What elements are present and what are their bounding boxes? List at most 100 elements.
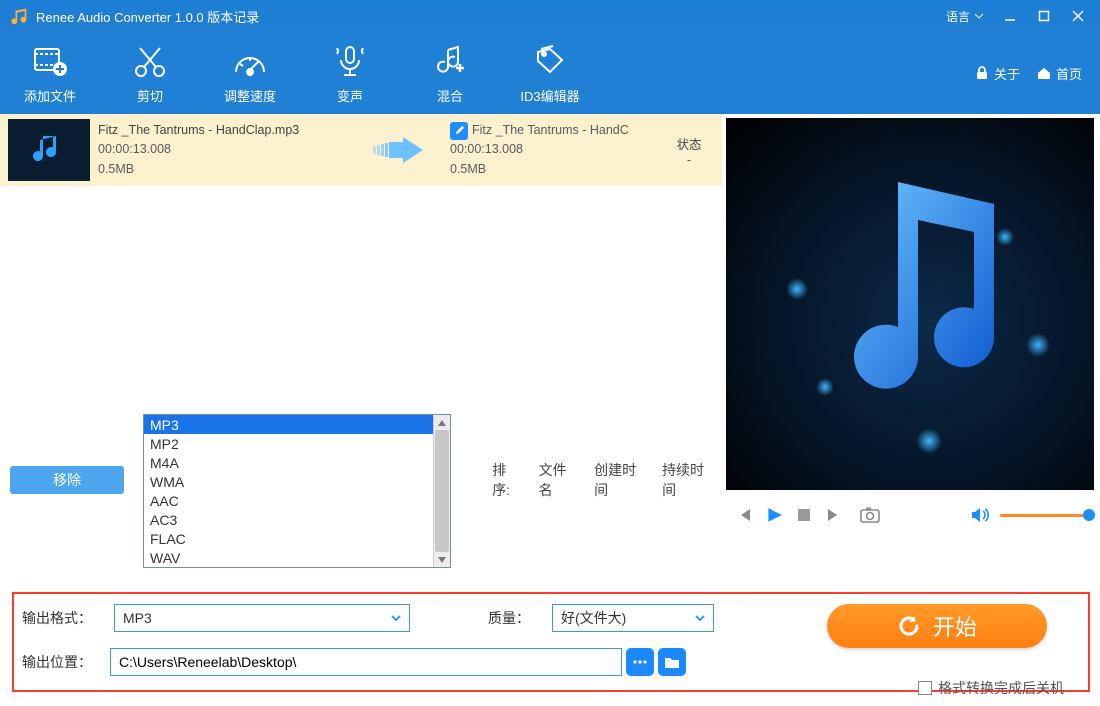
format-option[interactable]: FLAC (144, 529, 433, 548)
dest-filename: Fitz _The Tantrums - HandC (472, 121, 629, 140)
voice-label: 变声 (337, 86, 363, 105)
mix-button[interactable]: 混合 (400, 32, 500, 114)
dest-meta: Fitz _The Tantrums - HandC 00:00:13.008 … (446, 121, 656, 179)
scroll-down-icon[interactable] (434, 552, 450, 567)
shutdown-checkbox[interactable] (918, 681, 932, 695)
open-folder-button[interactable] (658, 648, 686, 676)
source-duration: 00:00:13.008 (98, 140, 354, 159)
file-pane: Fitz _The Tantrums - HandClap.mp3 00:00:… (0, 114, 722, 540)
about-button[interactable]: 关于 (974, 64, 1020, 83)
mix-icon (430, 42, 470, 82)
chevron-down-icon (695, 613, 705, 623)
more-button[interactable] (626, 648, 654, 676)
format-option[interactable]: MP2 (144, 434, 433, 453)
format-option[interactable]: WMA (144, 472, 433, 491)
file-row[interactable]: Fitz _The Tantrums - HandClap.mp3 00:00:… (0, 114, 722, 188)
format-option[interactable]: AC3 (144, 510, 433, 529)
window-title: Renee Audio Converter 1.0.0 版本记录 (36, 7, 940, 26)
music-note-icon (29, 130, 69, 170)
state-value: - (656, 153, 722, 167)
preview-pane (722, 114, 1100, 540)
chevron-down-icon (391, 613, 401, 623)
chevron-down-icon (974, 13, 984, 19)
format-option[interactable]: M4A (144, 453, 433, 472)
maximize-icon (1038, 10, 1050, 22)
music-note-icon (844, 182, 1014, 402)
toolbar: 添加文件 剪切 调整速度 变声 混合 (0, 32, 1100, 114)
format-options-list: MP3 MP2 M4A WMA AAC AC3 FLAC WAV (144, 415, 433, 567)
app-icon (8, 6, 28, 26)
sort-by-duration[interactable]: 持续时间 (662, 460, 712, 500)
titlebar: Renee Audio Converter 1.0.0 版本记录 语言 (0, 0, 1100, 32)
gauge-icon (230, 42, 270, 82)
arrow-icon (354, 137, 446, 163)
source-meta: Fitz _The Tantrums - HandClap.mp3 00:00:… (94, 121, 354, 179)
volume-slider[interactable] (1000, 514, 1090, 517)
state-header: 状态 (656, 134, 722, 153)
edit-icon[interactable] (450, 122, 468, 140)
minimize-button[interactable] (996, 4, 1024, 28)
format-option[interactable]: WAV (144, 548, 433, 567)
voice-button[interactable]: 变声 (300, 32, 400, 114)
about-label: 关于 (994, 64, 1020, 83)
dest-size: 0.5MB (450, 160, 656, 179)
output-format-value: MP3 (123, 610, 152, 626)
state-column: 状态 - (656, 134, 722, 167)
stop-button[interactable] (792, 503, 816, 527)
format-option[interactable]: AAC (144, 491, 433, 510)
popup-scrollbar[interactable] (433, 415, 450, 567)
format-option[interactable]: MP3 (144, 415, 433, 434)
output-settings-frame: 输出格式： MP3 质量： 好(文件大) 输出位置： (12, 592, 1090, 692)
speed-label: 调整速度 (224, 86, 276, 105)
output-location-label: 输出位置： (22, 652, 106, 672)
next-button[interactable] (822, 503, 846, 527)
preview-image (726, 118, 1094, 490)
player-controls (722, 494, 1100, 536)
output-location-input[interactable] (110, 648, 622, 676)
scroll-thumb[interactable] (435, 430, 449, 552)
add-file-icon (30, 42, 70, 82)
add-file-button[interactable]: 添加文件 (0, 32, 100, 114)
shutdown-label: 格式转换完成后关机 (938, 678, 1064, 698)
lock-icon (974, 65, 990, 81)
source-filename: Fitz _The Tantrums - HandClap.mp3 (98, 121, 354, 140)
remove-button[interactable]: 移除 (10, 466, 124, 494)
shutdown-after-row[interactable]: 格式转换完成后关机 (918, 678, 1064, 698)
volume-button[interactable] (968, 503, 992, 527)
language-label: 语言 (946, 8, 970, 25)
output-format-combo[interactable]: MP3 (114, 604, 410, 632)
main-area: Fitz _The Tantrums - HandClap.mp3 00:00:… (0, 114, 1100, 540)
scissors-icon (130, 42, 170, 82)
minimize-icon (1004, 10, 1016, 22)
home-button[interactable]: 首页 (1036, 64, 1082, 83)
quality-label: 质量： (488, 608, 544, 628)
maximize-button[interactable] (1030, 4, 1058, 28)
format-dropdown-popup: MP3 MP2 M4A WMA AAC AC3 FLAC WAV (143, 414, 451, 568)
home-label: 首页 (1056, 64, 1082, 83)
prev-button[interactable] (732, 503, 756, 527)
id3-editor-button[interactable]: ID3编辑器 (500, 32, 600, 114)
close-button[interactable] (1064, 4, 1092, 28)
cut-label: 剪切 (137, 86, 163, 105)
language-button[interactable]: 语言 (940, 8, 990, 25)
volume-knob[interactable] (1083, 509, 1095, 521)
speed-button[interactable]: 调整速度 (200, 32, 300, 114)
folder-icon (664, 655, 680, 669)
refresh-icon (897, 614, 921, 638)
scroll-up-icon[interactable] (434, 415, 450, 430)
play-button[interactable] (762, 503, 786, 527)
dest-duration: 00:00:13.008 (450, 140, 656, 159)
source-size: 0.5MB (98, 160, 354, 179)
quality-combo[interactable]: 好(文件大) (552, 604, 714, 632)
sort-by-name[interactable]: 文件名 (539, 460, 576, 500)
cut-button[interactable]: 剪切 (100, 32, 200, 114)
microphone-icon (330, 42, 370, 82)
close-icon (1072, 10, 1084, 22)
add-file-label: 添加文件 (24, 86, 76, 105)
file-list: Fitz _The Tantrums - HandClap.mp3 00:00:… (0, 114, 722, 462)
output-format-label: 输出格式： (22, 608, 106, 628)
start-button[interactable]: 开始 (827, 604, 1047, 648)
tag-icon (530, 42, 570, 82)
snapshot-button[interactable] (858, 503, 882, 527)
sort-by-created[interactable]: 创建时间 (594, 460, 644, 500)
